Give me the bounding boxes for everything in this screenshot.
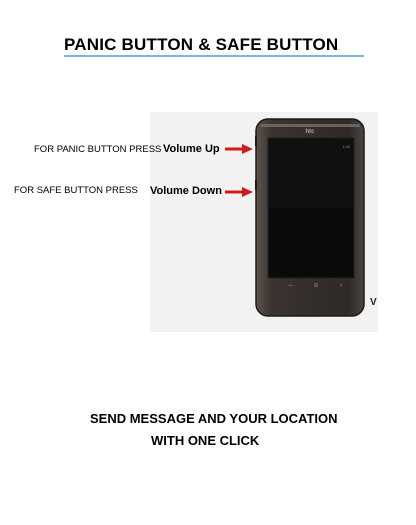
volume-up-label: Volume Up (163, 143, 220, 155)
cropped-label-fragment: V (370, 297, 377, 308)
panic-button-instruction: FOR PANIC BUTTON PRESS (34, 144, 162, 155)
phone-home-key-icon: ⊞ (313, 282, 318, 289)
volume-up-arrow-icon (225, 144, 253, 154)
title-underline (64, 55, 364, 57)
phone-brand-logo: htc (306, 129, 316, 135)
phone-back-key-icon: ← (288, 282, 293, 289)
phone-clock: 1:45 (342, 144, 351, 149)
volume-down-label: Volume Down (150, 185, 222, 197)
safe-button-instruction: FOR SAFE BUTTON PRESS (14, 185, 138, 196)
smartphone-image: htc 1:45 ← ⊞ ⌕ (255, 118, 365, 317)
page-title: PANIC BUTTON & SAFE BUTTON (64, 35, 339, 54)
feature-description-line-2: WITH ONE CLICK (151, 433, 260, 448)
volume-down-arrow-icon (225, 187, 253, 197)
feature-description-line-1: SEND MESSAGE AND YOUR LOCATION (90, 411, 338, 426)
phone-search-key-icon: ⌕ (339, 282, 342, 289)
